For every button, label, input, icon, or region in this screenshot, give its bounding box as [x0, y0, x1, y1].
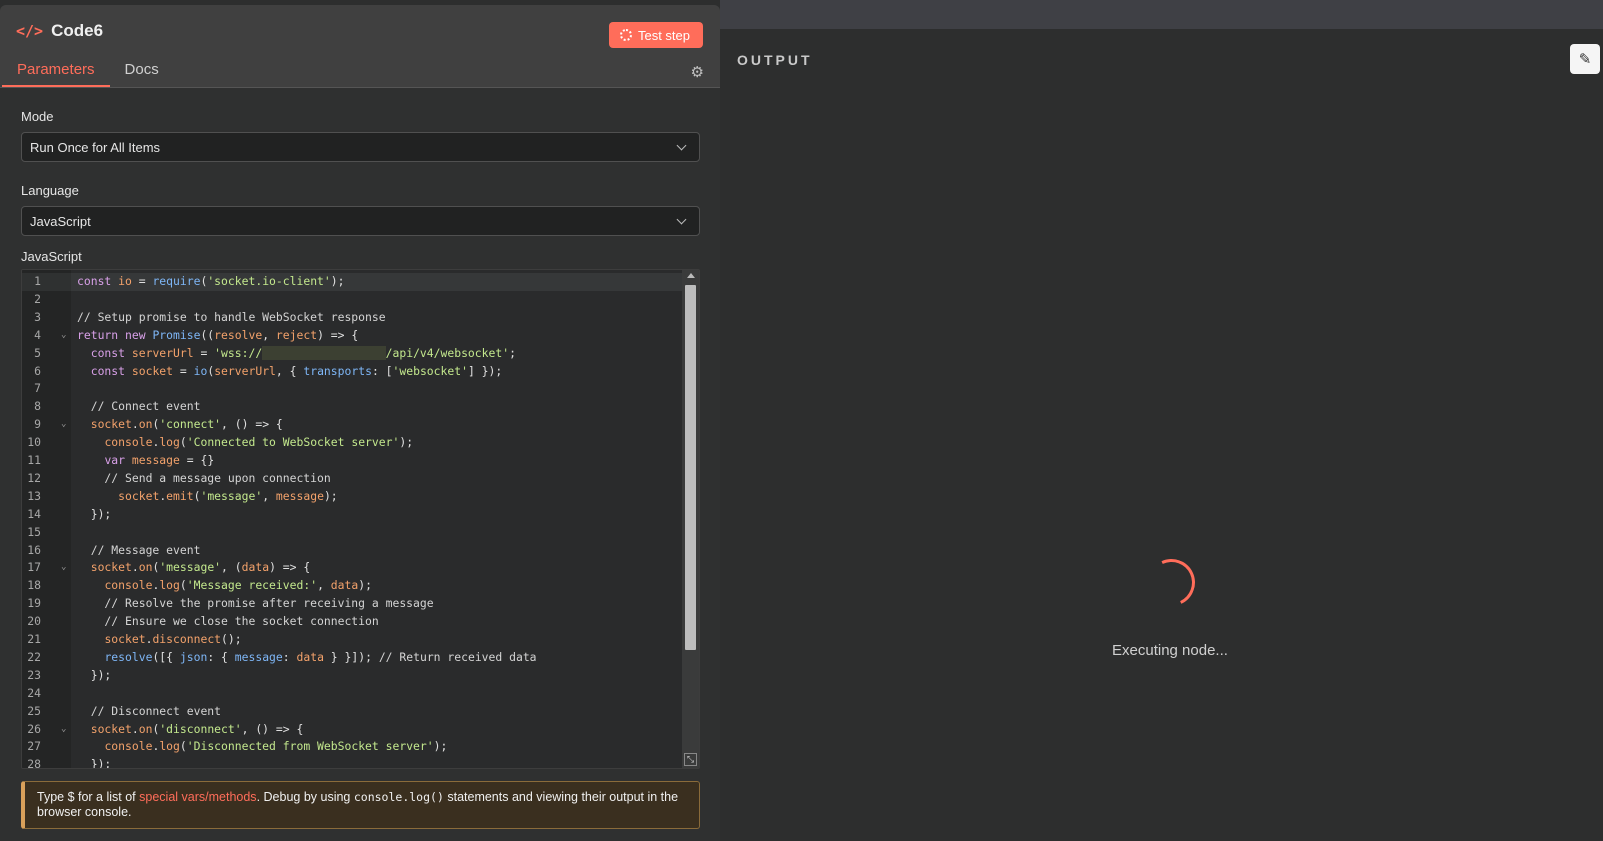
code-line[interactable]: }); [71, 756, 682, 768]
line-number: 17 ⌄ [22, 559, 71, 577]
notice-text: Type $ for a list of [37, 790, 140, 804]
resize-handle-icon[interactable]: ⤡ [684, 753, 697, 766]
line-number: 19 [27, 596, 41, 611]
line-number: 12 [27, 470, 41, 485]
code-line[interactable]: resolve([{ json: { message: data } }]); … [71, 649, 682, 667]
language-value: JavaScript [30, 213, 91, 229]
code-line[interactable]: }); [71, 667, 682, 685]
parameters-body: Mode Run Once for All Items Language Jav… [0, 88, 720, 841]
code-line[interactable]: var message = {} [71, 452, 682, 470]
code-line[interactable]: // Message event [71, 542, 682, 560]
code-line[interactable]: const io = require('socket.io-client'); [71, 273, 682, 291]
code-line[interactable]: socket.on('disconnect', () => { [71, 721, 682, 739]
line-number: 28 [27, 757, 41, 769]
loading-icon [619, 29, 632, 41]
code-line[interactable]: // Ensure we close the socket connection [71, 613, 682, 631]
loading-spinner [1141, 552, 1202, 613]
fold-chevron-icon[interactable]: ⌄ [61, 327, 66, 345]
code-line[interactable]: console.log('Disconnected from WebSocket… [71, 738, 682, 756]
line-number: 5 [34, 345, 41, 360]
top-strip [720, 0, 1603, 29]
code-line[interactable]: console.log('Connected to WebSocket serv… [71, 434, 682, 452]
chevron-down-icon [676, 214, 687, 224]
tab-bar: Parameters Docs ⚙ [0, 57, 720, 88]
code-line[interactable] [71, 524, 682, 542]
notice-text: . Debug by using [256, 790, 354, 804]
language-label: Language [21, 183, 79, 198]
line-number: 7 [34, 381, 41, 396]
line-number: 22 [27, 649, 41, 664]
line-number: 11 [27, 453, 41, 467]
mode-select[interactable]: Run Once for All Items [21, 132, 700, 162]
line-number: 26 ⌄ [22, 721, 71, 739]
gear-icon[interactable]: ⚙ [691, 63, 704, 81]
code-line[interactable] [71, 685, 682, 703]
line-number: 21 [27, 632, 41, 646]
pencil-icon[interactable]: ✎ [1570, 44, 1600, 74]
line-number: 27 [27, 739, 41, 754]
line-number: 4 ⌄ [22, 327, 71, 345]
code-line[interactable]: // Connect event [71, 398, 682, 416]
code-line[interactable] [71, 380, 682, 398]
code-editor[interactable]: 1 2 3 4 ⌄ 5 6 7 8 9 ⌄ 10 11 12 13 14 15 16 17 ⌄ 18 19 20 21 22 23… [21, 269, 700, 769]
line-number: 1 [22, 273, 71, 291]
scroll-thumb[interactable] [685, 285, 696, 650]
tab-parameters[interactable]: Parameters [2, 61, 110, 87]
executing-status: Executing node... [1112, 642, 1228, 659]
code-line[interactable]: // Disconnect event [71, 703, 682, 721]
line-number: 18 [27, 578, 41, 593]
code-line[interactable]: console.log('Message received:', data); [71, 577, 682, 595]
special-vars-link[interactable]: special vars/methods [139, 790, 256, 804]
code-line[interactable]: // Setup promise to handle WebSocket res… [71, 309, 682, 327]
editor-label: JavaScript [21, 249, 82, 264]
fold-chevron-icon[interactable]: ⌄ [61, 559, 66, 577]
notice-code: console.log() [353, 790, 444, 804]
line-number: 23 [27, 667, 41, 682]
line-number: 9 ⌄ [22, 416, 71, 434]
code-icon: </> [16, 22, 44, 40]
code-line[interactable]: socket.on('connect', () => { [71, 416, 682, 434]
line-number: 13 [27, 488, 41, 503]
node-header: </> Code6 Test step [0, 5, 720, 57]
line-number: 2 [34, 291, 41, 306]
code-line[interactable]: socket.on('message', (data) => { [71, 559, 682, 577]
line-number: 6 [34, 363, 41, 378]
editor-scrollbar[interactable] [682, 270, 699, 768]
fold-chevron-icon[interactable]: ⌄ [61, 721, 66, 739]
line-number: 14 [27, 506, 41, 521]
code-line[interactable]: }); [71, 506, 682, 524]
output-title: OUTPUT [737, 52, 813, 68]
code-content[interactable]: const io = require('socket.io-client'); /… [71, 270, 682, 768]
test-step-label: Test step [637, 27, 690, 43]
line-number: 3 [34, 309, 41, 324]
tab-docs[interactable]: Docs [110, 61, 174, 87]
code-line[interactable]: socket.disconnect(); [71, 631, 682, 649]
code-line[interactable]: // Send a message upon connection [71, 470, 682, 488]
output-panel: OUTPUT ✎ Executing node... [720, 29, 1603, 841]
test-step-button[interactable]: Test step [608, 22, 703, 48]
fold-chevron-icon[interactable]: ⌄ [61, 416, 66, 434]
code-line[interactable] [71, 291, 682, 309]
line-number: 15 [27, 524, 41, 539]
hint-notice: Type $ for a list of special vars/method… [21, 781, 700, 829]
code-line[interactable]: const serverUrl = 'wss:// /api/v4/websoc… [71, 345, 682, 363]
code-line[interactable]: // Resolve the promise after receiving a… [71, 595, 682, 613]
code-line[interactable]: const socket = io(serverUrl, { transport… [71, 363, 682, 381]
line-number: 10 [27, 435, 41, 450]
chevron-down-icon [676, 140, 687, 150]
line-number: 20 [27, 614, 41, 629]
mode-label: Mode [21, 109, 54, 124]
code-line[interactable]: socket.emit('message', message); [71, 488, 682, 506]
line-number: 8 [34, 399, 41, 414]
line-number: 24 [27, 685, 41, 700]
scroll-up-icon[interactable] [687, 273, 695, 278]
line-gutter: 1 2 3 4 ⌄ 5 6 7 8 9 ⌄ 10 11 12 13 14 15 16 17 ⌄ 18 19 20 21 22 23… [22, 270, 71, 768]
node-settings-panel: </> Code6 Test step Parameters Docs ⚙ Mo… [0, 5, 720, 841]
node-title[interactable]: Code6 [51, 21, 103, 41]
line-number: 16 [27, 542, 41, 557]
mode-value: Run Once for All Items [30, 139, 161, 155]
code-line[interactable]: return new Promise((resolve, reject) => … [71, 327, 682, 345]
language-select[interactable]: JavaScript [21, 206, 700, 236]
line-number: 25 [27, 703, 41, 718]
